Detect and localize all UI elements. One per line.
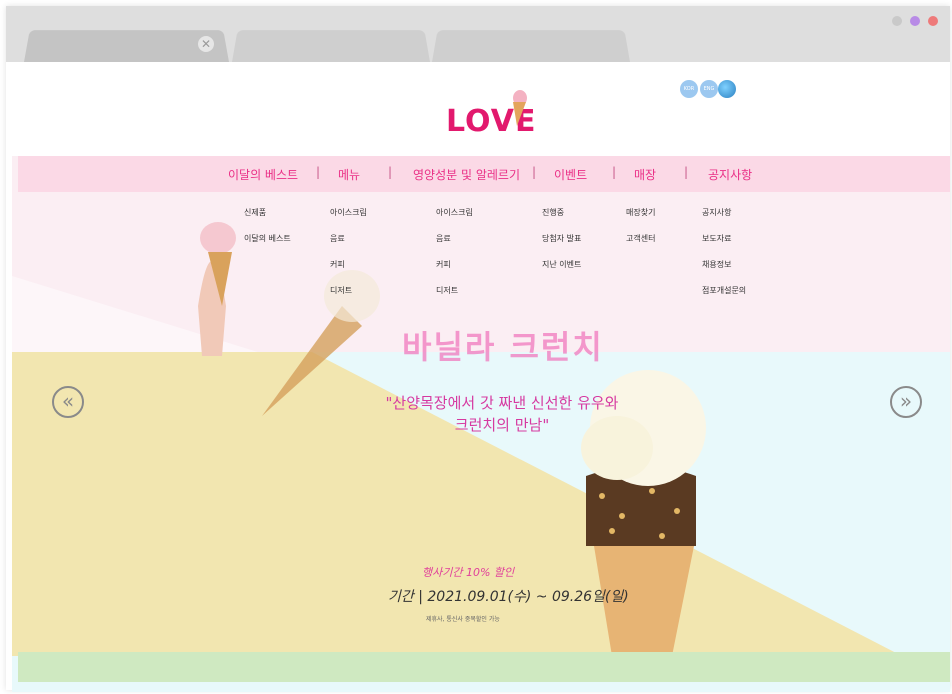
- submenu-item[interactable]: 아이스크림: [330, 208, 367, 234]
- nav-item-stores[interactable]: 매장: [634, 166, 656, 183]
- submenu-item[interactable]: 아이스크림: [436, 208, 473, 234]
- submenu-item[interactable]: 당첨자 발표: [542, 234, 581, 260]
- globe-icon[interactable]: [718, 80, 736, 98]
- nav-item-menu[interactable]: 메뉴: [338, 166, 360, 183]
- submenu-stores: 매장찾기 고객센터: [626, 208, 655, 260]
- ice-cream-logo-icon: [513, 90, 527, 126]
- submenu-item[interactable]: 점포개설문의: [702, 286, 746, 312]
- lang-kor-button[interactable]: KOR: [680, 80, 698, 98]
- nav-item-notice[interactable]: 공지사항: [708, 166, 752, 183]
- window-minimize-button[interactable]: [892, 16, 902, 26]
- next-slide-button[interactable]: »: [890, 386, 922, 418]
- submenu-item[interactable]: 디저트: [436, 286, 473, 312]
- banner-quote-line: "산양목장에서 갓 짜낸 신선한 유우와: [385, 394, 619, 412]
- window-close-button[interactable]: [928, 16, 938, 26]
- submenu-item[interactable]: 이달의 베스트: [244, 234, 291, 260]
- submenu-item[interactable]: 음료: [330, 234, 367, 260]
- nav-item-events[interactable]: 이벤트: [554, 166, 587, 183]
- promo-note: 제휴사, 통신사 중복할인 가능: [426, 616, 500, 623]
- banner-quote-line: 크런치의 만남": [454, 416, 550, 434]
- close-tab-icon[interactable]: ✕: [198, 36, 214, 52]
- submenu-item[interactable]: 지난 이벤트: [542, 260, 581, 286]
- lang-eng-button[interactable]: ENG: [700, 80, 718, 98]
- submenu-item[interactable]: 매장찾기: [626, 208, 655, 234]
- banner-title: 바닐라 크런치: [402, 328, 604, 366]
- promo-text: 행사기간 10% 할인: [422, 566, 515, 579]
- banner-quote: "산양목장에서 갓 짜낸 신선한 유우와 크런치의 만남": [372, 392, 632, 436]
- nav-item-best[interactable]: 이달의 베스트: [228, 166, 298, 183]
- browser-tab[interactable]: [432, 30, 630, 62]
- nav-separator: |: [316, 165, 321, 179]
- prev-slide-button[interactable]: «: [52, 386, 84, 418]
- submenu-item[interactable]: 진행중: [542, 208, 581, 234]
- submenu-best: 신제품 이달의 베스트: [244, 208, 291, 260]
- nav-separator: |: [532, 165, 537, 179]
- nav-separator: |: [684, 165, 689, 179]
- submenu-item[interactable]: 보도자료: [702, 234, 746, 260]
- browser-tab[interactable]: [232, 30, 430, 62]
- nav-separator: |: [612, 165, 617, 179]
- promo-period: 기간 | 2021.09.01(수) ~ 09.26일(일): [388, 589, 629, 605]
- submenu-item[interactable]: 음료: [436, 234, 473, 260]
- submenu-events: 진행중 당첨자 발표 지난 이벤트: [542, 208, 581, 286]
- browser-window: ✕ KOR ENG LOVE 이달의 베스트 | 메뉴 | 영양성분 및 알레르…: [6, 6, 950, 692]
- submenu-item[interactable]: 신제품: [244, 208, 291, 234]
- submenu-item[interactable]: 커피: [330, 260, 367, 286]
- web-page: KOR ENG LOVE 이달의 베스트 | 메뉴 | 영양성분 및 알레르기 …: [12, 62, 950, 692]
- main-nav: 이달의 베스트 | 메뉴 | 영양성분 및 알레르기 | 이벤트 | 매장 | …: [18, 156, 950, 192]
- submenu-notice: 공지사항 보도자료 채용정보 점포개설문의: [702, 208, 746, 312]
- submenu-nutrition: 아이스크림 음료 커피 디저트: [436, 208, 473, 312]
- window-maximize-button[interactable]: [910, 16, 920, 26]
- submenu-menu: 아이스크림 음료 커피 디저트: [330, 208, 367, 312]
- browser-titlebar: ✕: [6, 6, 950, 62]
- submenu-item[interactable]: 커피: [436, 260, 473, 286]
- submenu-item[interactable]: 디저트: [330, 286, 367, 312]
- submenu-item[interactable]: 공지사항: [702, 208, 746, 234]
- footer-strip: [18, 652, 950, 682]
- submenu-item[interactable]: 채용정보: [702, 260, 746, 286]
- nav-separator: |: [388, 165, 393, 179]
- submenu-item[interactable]: 고객센터: [626, 234, 655, 260]
- nav-item-nutrition[interactable]: 영양성분 및 알레르기: [413, 166, 520, 183]
